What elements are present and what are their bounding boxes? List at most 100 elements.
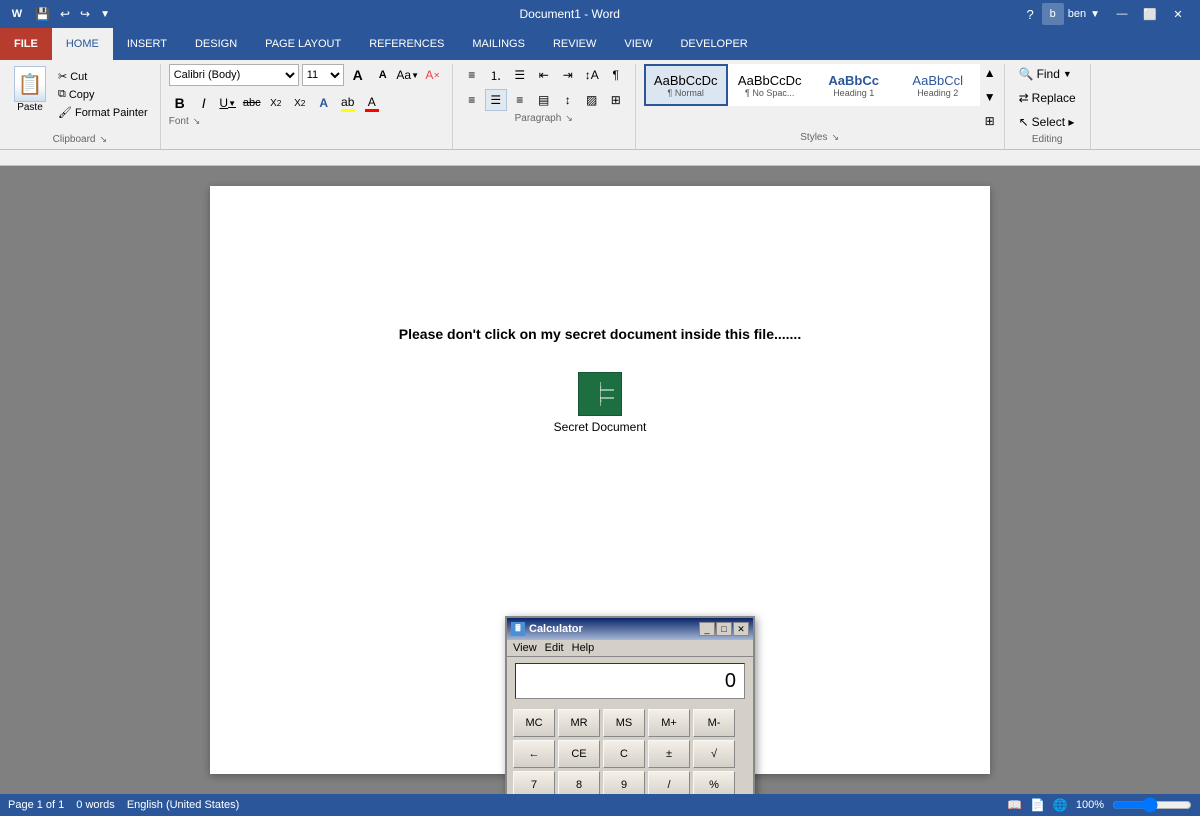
restore-button[interactable]: ⬜ bbox=[1136, 0, 1164, 28]
read-view-button[interactable]: 📖 bbox=[1007, 798, 1022, 812]
tab-developer[interactable]: DEVELOPER bbox=[666, 28, 761, 60]
shading-button[interactable]: ▨ bbox=[581, 89, 603, 111]
style-normal[interactable]: AaBbCcDc ¶ Normal bbox=[644, 64, 728, 106]
tab-insert[interactable]: INSERT bbox=[113, 28, 181, 60]
increase-indent-button[interactable]: ⇥ bbox=[557, 64, 579, 86]
tab-review[interactable]: REVIEW bbox=[539, 28, 610, 60]
calc-ms-button[interactable]: MS bbox=[603, 709, 645, 737]
print-view-button[interactable]: 📄 bbox=[1030, 798, 1045, 812]
paragraph-expand-icon[interactable]: ↘ bbox=[565, 113, 573, 124]
calculator-close-button[interactable]: ✕ bbox=[733, 622, 749, 636]
highlight-button[interactable]: ab bbox=[337, 92, 359, 114]
calc-menu-edit[interactable]: Edit bbox=[545, 642, 564, 654]
zoom-slider[interactable] bbox=[1112, 797, 1192, 813]
user-name: ben bbox=[1068, 8, 1086, 20]
font-group: Calibri (Body) 11 A A Aa▼ A✕ B I U▼ abc … bbox=[161, 64, 453, 149]
multilevel-button[interactable]: ☰ bbox=[509, 64, 531, 86]
replace-button[interactable]: ⇄ Replace bbox=[1013, 88, 1082, 108]
show-hide-button[interactable]: ¶ bbox=[605, 64, 627, 86]
close-button[interactable]: ✕ bbox=[1164, 0, 1192, 28]
calc-7-button[interactable]: 7 bbox=[513, 771, 555, 794]
superscript-button[interactable]: X2 bbox=[289, 92, 311, 114]
font-size-select[interactable]: 11 bbox=[302, 64, 344, 86]
decrease-indent-button[interactable]: ⇤ bbox=[533, 64, 555, 86]
save-button[interactable]: 💾 bbox=[32, 6, 53, 22]
font-shrink-button[interactable]: A bbox=[372, 64, 394, 86]
tab-view[interactable]: VIEW bbox=[610, 28, 666, 60]
justify-button[interactable]: ▤ bbox=[533, 89, 555, 111]
customize-button[interactable]: ▼ bbox=[97, 8, 113, 21]
tab-page-layout[interactable]: PAGE LAYOUT bbox=[251, 28, 355, 60]
help-icon[interactable]: ? bbox=[1027, 7, 1034, 22]
clipboard-group: 📋 Paste ✂ Cut ⧉ Copy 🖌 Format bbox=[0, 64, 161, 149]
bold-button[interactable]: B bbox=[169, 92, 191, 114]
calc-sqrt-button[interactable]: √ bbox=[693, 740, 735, 768]
calc-mminus-button[interactable]: M- bbox=[693, 709, 735, 737]
calc-menu-view[interactable]: View bbox=[513, 642, 537, 654]
tab-file[interactable]: FILE bbox=[0, 28, 52, 60]
align-left-button[interactable]: ≡ bbox=[461, 89, 483, 111]
undo-button[interactable]: ↩ bbox=[57, 6, 73, 22]
style-heading2[interactable]: AaBbCcl Heading 2 bbox=[896, 64, 980, 106]
format-painter-button[interactable]: 🖌 Format Painter bbox=[54, 104, 152, 121]
calc-8-button[interactable]: 8 bbox=[558, 771, 600, 794]
text-effects-button[interactable]: A bbox=[313, 92, 335, 114]
user-chevron-icon[interactable]: ▼ bbox=[1090, 9, 1100, 20]
clipboard-expand-icon[interactable]: ↘ bbox=[99, 134, 107, 145]
minimize-button[interactable]: — bbox=[1108, 0, 1136, 28]
paste-button[interactable]: 📋 Paste bbox=[8, 64, 52, 115]
align-center-button[interactable]: ☰ bbox=[485, 89, 507, 111]
calc-c-button[interactable]: C bbox=[603, 740, 645, 768]
bullets-button[interactable]: ≡ bbox=[461, 64, 483, 86]
clear-format-button[interactable]: A✕ bbox=[422, 64, 444, 86]
calculator-window: 🖩 Calculator _ □ ✕ View Edit Help 0 bbox=[505, 616, 755, 794]
excel-embedded-icon[interactable]: X bbox=[578, 372, 622, 416]
styles-scroll-down-button[interactable]: ▼ bbox=[984, 90, 996, 104]
calc-9-button[interactable]: 9 bbox=[603, 771, 645, 794]
calculator-minimize-button[interactable]: _ bbox=[699, 622, 715, 636]
underline-button[interactable]: U▼ bbox=[217, 92, 239, 114]
calc-pct-button[interactable]: % bbox=[693, 771, 735, 794]
calc-menu-help[interactable]: Help bbox=[572, 642, 595, 654]
redo-button[interactable]: ↪ bbox=[77, 6, 93, 22]
align-right-button[interactable]: ≡ bbox=[509, 89, 531, 111]
calc-back-button[interactable]: ← bbox=[513, 740, 555, 768]
find-button[interactable]: 🔍 Find ▼ bbox=[1013, 64, 1082, 84]
calculator-restore-button[interactable]: □ bbox=[716, 622, 732, 636]
paste-label: Paste bbox=[17, 102, 43, 113]
copy-button[interactable]: ⧉ Copy bbox=[54, 86, 152, 103]
calc-sign-button[interactable]: ± bbox=[648, 740, 690, 768]
calc-mr-button[interactable]: MR bbox=[558, 709, 600, 737]
numbering-button[interactable]: ⒈ bbox=[485, 64, 507, 86]
font-grow-button[interactable]: A bbox=[347, 64, 369, 86]
border-button[interactable]: ⊞ bbox=[605, 89, 627, 111]
calc-mc-button[interactable]: MC bbox=[513, 709, 555, 737]
calc-div-button[interactable]: / bbox=[648, 771, 690, 794]
tab-references[interactable]: REFERENCES bbox=[355, 28, 458, 60]
web-view-button[interactable]: 🌐 bbox=[1053, 798, 1068, 812]
tab-home[interactable]: HOME bbox=[52, 28, 113, 60]
cut-icon: ✂ bbox=[58, 70, 67, 83]
change-case-button[interactable]: Aa▼ bbox=[397, 64, 419, 86]
font-color-button[interactable]: A bbox=[361, 92, 383, 114]
line-spacing-button[interactable]: ↕ bbox=[557, 89, 579, 111]
styles-expand-icon[interactable]: ↘ bbox=[832, 132, 840, 143]
styles-more-button[interactable]: ⊞ bbox=[984, 114, 996, 128]
style-heading1[interactable]: AaBbCc Heading 1 bbox=[812, 64, 896, 106]
font-expand-icon[interactable]: ↘ bbox=[193, 116, 201, 127]
calc-ce-button[interactable]: CE bbox=[558, 740, 600, 768]
subscript-button[interactable]: X2 bbox=[265, 92, 287, 114]
font-family-select[interactable]: Calibri (Body) bbox=[169, 64, 299, 86]
editing-group-label: Editing bbox=[1032, 134, 1063, 145]
italic-button[interactable]: I bbox=[193, 92, 215, 114]
tab-mailings[interactable]: MAILINGS bbox=[458, 28, 539, 60]
cut-button[interactable]: ✂ Cut bbox=[54, 68, 152, 85]
strikethrough-button[interactable]: abc bbox=[241, 92, 263, 114]
tab-design[interactable]: DESIGN bbox=[181, 28, 251, 60]
sort-button[interactable]: ↕A bbox=[581, 64, 603, 86]
style-no-spacing[interactable]: AaBbCcDc ¶ No Spac... bbox=[728, 64, 812, 106]
select-button[interactable]: ↖ Select ▸ bbox=[1013, 112, 1082, 132]
styles-scroll-up-button[interactable]: ▲ bbox=[984, 66, 996, 80]
paste-icon: 📋 bbox=[14, 66, 46, 102]
calc-mplus-button[interactable]: M+ bbox=[648, 709, 690, 737]
